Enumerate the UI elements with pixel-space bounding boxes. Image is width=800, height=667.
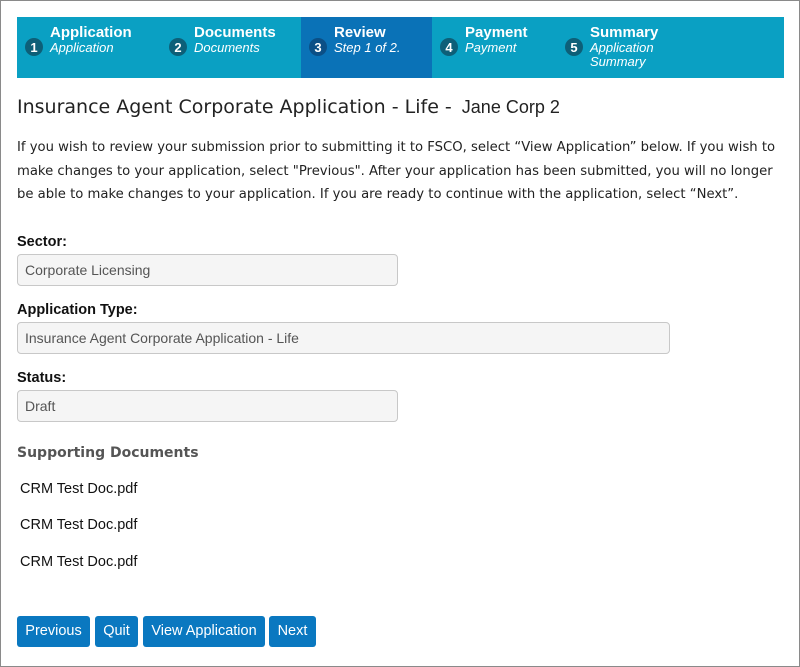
wizard-step-documents[interactable]: 2 Documents Documents [161,17,301,78]
wizard-step-review[interactable]: 3 Review Step 1 of 2. [301,17,432,78]
step-number: 3 [309,38,327,56]
intro-text: If you wish to review your submission pr… [17,140,776,202]
step-subtitle: Payment [465,40,517,55]
step-number: 5 [565,38,583,56]
status-field[interactable]: Draft [17,390,398,422]
step-number: 2 [169,38,187,56]
wizard-steps: 1 Application Application 2 Documents Do… [17,17,784,78]
step-number: 4 [440,38,458,56]
application-type-field[interactable]: Insurance Agent Corporate Application - … [17,322,670,354]
document-link[interactable]: CRM Test Doc.pdf [20,554,137,570]
step-subtitle: Application [50,40,114,55]
step-subtitle: Step 1 of 2. [334,40,401,55]
applicant-name: Jane Corp 2 [461,97,560,117]
step-title: Summary [590,24,659,41]
next-button[interactable]: Next [269,616,316,647]
view-application-button[interactable]: View Application [143,616,265,647]
sector-field[interactable]: Corporate Licensing [17,254,398,286]
sector-label: Sector: [17,234,67,250]
step-title: Documents [194,24,276,41]
step-subtitle: Application Summary [590,40,654,69]
wizard-step-application[interactable]: 1 Application Application [17,17,161,78]
document-link[interactable]: CRM Test Doc.pdf [20,517,137,533]
supporting-documents-heading: Supporting Documents [17,445,199,461]
application-type-label: Application Type: [17,302,138,318]
page-title: Insurance Agent Corporate Application - … [17,96,560,118]
wizard-step-summary[interactable]: 5 Summary Application Summary [557,17,784,78]
status-label: Status: [17,370,67,386]
step-title: Payment [465,24,528,41]
step-number: 1 [25,38,43,56]
step-title: Review [334,24,386,41]
step-subtitle: Documents [194,40,260,55]
page-title-text: Insurance Agent Corporate Application - … [17,96,452,118]
document-link[interactable]: CRM Test Doc.pdf [20,481,137,497]
previous-button[interactable]: Previous [17,616,90,647]
wizard-step-payment[interactable]: 4 Payment Payment [432,17,557,78]
quit-button[interactable]: Quit [95,616,138,647]
step-title: Application [50,24,132,41]
